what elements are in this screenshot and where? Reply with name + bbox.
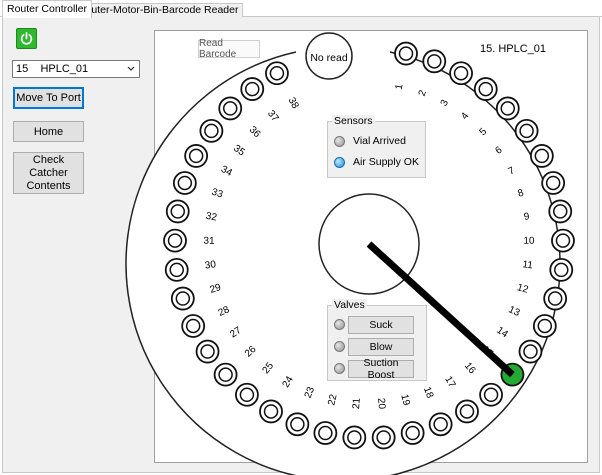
port-25[interactable] (235, 382, 259, 407)
port-26[interactable] (213, 362, 238, 387)
port-31[interactable] (163, 228, 187, 253)
port-19[interactable] (400, 421, 425, 445)
valves-title: Valves (332, 299, 367, 311)
port-number-label: 11 (522, 259, 534, 271)
port-20[interactable] (371, 425, 396, 450)
port-32[interactable] (165, 199, 190, 224)
port-12[interactable] (543, 286, 568, 311)
valves-group: Valves Suck Blow Suction Boost (327, 299, 427, 381)
port-13[interactable] (532, 314, 557, 338)
port-10[interactable] (551, 228, 575, 253)
port-37[interactable] (240, 77, 265, 101)
port-28[interactable] (181, 314, 206, 338)
port-21[interactable] (342, 425, 367, 450)
port-2[interactable] (422, 49, 447, 74)
suck-button[interactable]: Suck (348, 316, 414, 334)
port-number-label: 31 (203, 236, 215, 247)
port-17[interactable] (455, 399, 479, 424)
port-number-label: 20 (375, 398, 387, 410)
sensor-label: Vial Arrived (353, 135, 406, 147)
router-wheel: No read 12345678910111213141516171819202… (125, 32, 575, 475)
port-29[interactable] (170, 286, 195, 311)
sensor-air-supply-ok: Air Supply OK (334, 154, 419, 170)
port-36[interactable] (218, 96, 243, 121)
tab-router-controller[interactable]: Router Controller (2, 0, 92, 18)
indicator-off-icon (334, 319, 345, 330)
port-23[interactable] (285, 412, 310, 437)
port-9[interactable] (548, 199, 573, 224)
port-35[interactable] (199, 118, 224, 143)
current-port-label: 15. HPLC_01 (480, 43, 547, 55)
port-7[interactable] (529, 144, 554, 168)
port-33[interactable] (172, 171, 197, 195)
port-5[interactable] (495, 96, 520, 121)
port-4[interactable] (473, 77, 498, 101)
port-number-label: 32 (205, 211, 218, 224)
indicator-off-icon (334, 363, 345, 374)
suction-boost-button[interactable]: Suction Boost (348, 357, 414, 381)
port-16[interactable] (479, 382, 503, 407)
read-barcode-button[interactable]: Read Barcode (198, 38, 260, 60)
indicator-off-icon (334, 135, 345, 147)
port-number-label: 21 (351, 397, 363, 409)
indicator-off-icon (334, 341, 345, 352)
sensor-vial-arrived: Vial Arrived (334, 133, 406, 149)
port-14[interactable] (518, 339, 543, 364)
port-6[interactable] (514, 118, 539, 143)
port-number-label: 10 (523, 236, 535, 247)
sensors-title: Sensors (332, 115, 375, 127)
port-number-label: 30 (204, 259, 217, 271)
port-38[interactable] (265, 61, 289, 86)
port-18[interactable] (428, 412, 453, 437)
no-read-label: No read (310, 52, 348, 64)
port-24[interactable] (259, 399, 283, 424)
indicator-on-icon (334, 156, 345, 168)
blow-button[interactable]: Blow (348, 338, 414, 356)
port-34[interactable] (184, 144, 209, 168)
port-22[interactable] (313, 421, 338, 445)
port-3[interactable] (449, 61, 473, 86)
port-11[interactable] (549, 257, 574, 282)
sensors-group: Sensors Vial Arrived Air Supply OK (327, 115, 426, 178)
port-8[interactable] (541, 171, 566, 195)
sensor-label: Air Supply OK (353, 156, 419, 168)
port-27[interactable] (195, 339, 220, 364)
port-1[interactable] (394, 41, 418, 66)
port-30[interactable] (164, 257, 189, 282)
